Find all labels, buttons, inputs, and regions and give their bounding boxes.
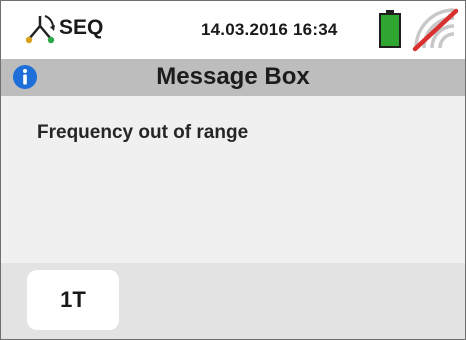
title-bar: Message Box (1, 59, 465, 96)
message-box-title: Message Box (156, 63, 310, 90)
time-value: 16:34 (293, 20, 338, 39)
message-text: Frequency out of range (37, 122, 249, 143)
status-bar: SEQ 14.03.2016 16:34 (1, 1, 465, 59)
three-phase-sequence-icon (25, 15, 55, 44)
mode-label: SEQ (59, 16, 104, 39)
footer-bar: 1T (1, 263, 465, 339)
message-area: Frequency out of range (1, 96, 465, 263)
date-value: 14.03.2016 (201, 20, 289, 39)
1t-button[interactable]: 1T (27, 270, 119, 330)
instrument-screen: SEQ 14.03.2016 16:34 Message Box Frequen… (0, 0, 466, 340)
battery-full-icon (379, 10, 401, 48)
date-time: 14.03.2016 16:34 (201, 20, 338, 40)
wifi-off-icon (412, 8, 458, 52)
